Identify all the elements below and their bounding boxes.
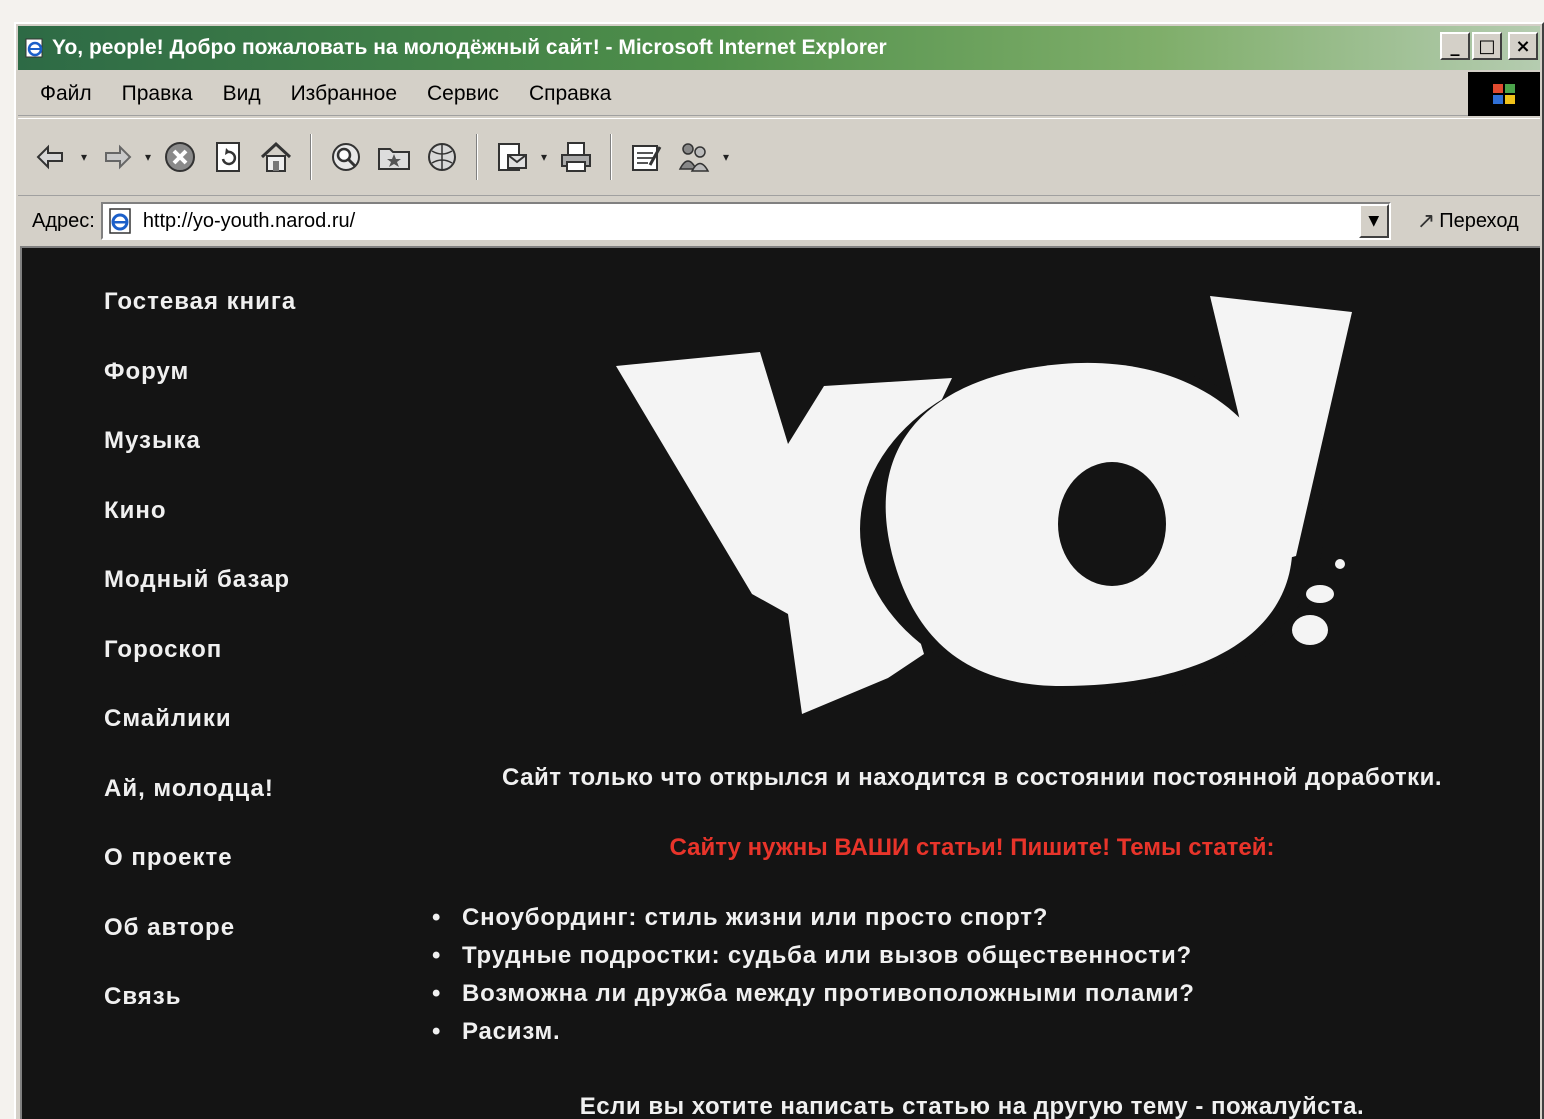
menu-help[interactable]: Справка: [514, 82, 626, 106]
topic-text: Трудные подростки: судьба или вызов обще…: [462, 942, 1193, 969]
list-item: • Расизм.: [432, 1018, 1195, 1056]
close-button[interactable]: ×: [1508, 32, 1538, 60]
site-nav: Гостевая книга Форум Музыка Кино Модный …: [104, 288, 296, 1053]
list-item: • Трудные подростки: судьба или вызов общ…: [432, 942, 1195, 980]
window-title: Yo, people! Добро пожаловать на молодёжн…: [52, 36, 887, 59]
go-label: Переход: [1439, 209, 1519, 232]
nav-horoscope[interactable]: Гороскоп: [104, 636, 296, 706]
back-dropdown-icon[interactable]: ▾: [78, 150, 90, 164]
address-label: Адрес:: [32, 209, 95, 232]
nav-about-author[interactable]: Об авторе: [104, 914, 296, 984]
forward-dropdown-icon[interactable]: ▾: [142, 150, 154, 164]
title-bar[interactable]: Yo, people! Добро пожаловать на молодёжн…: [18, 26, 1540, 70]
toolbar-separator: [476, 134, 478, 180]
address-bar: Адрес: http://yo-youth.narod.ru/ ▼ ↗ Пер…: [18, 198, 1540, 244]
menu-edit[interactable]: Правка: [107, 82, 208, 106]
list-item: • Сноубординг: стиль жизни или просто спо…: [432, 904, 1195, 942]
go-button[interactable]: ↗ Переход: [1417, 209, 1519, 234]
maximize-button[interactable]: □: [1472, 32, 1502, 60]
bullet-icon: •: [432, 904, 442, 931]
go-arrow-icon: ↗: [1416, 208, 1436, 234]
nav-cinema[interactable]: Кино: [104, 497, 296, 567]
bullet-icon: •: [432, 980, 442, 1007]
print-icon[interactable]: [554, 134, 598, 180]
address-input[interactable]: http://yo-youth.narod.ru/ ▼: [100, 202, 1391, 240]
nav-fashion[interactable]: Модный базар: [104, 566, 296, 636]
topic-text: Возможна ли дружба между противоположным…: [462, 980, 1195, 1007]
edit-icon[interactable]: [624, 134, 668, 180]
stop-icon[interactable]: [158, 134, 202, 180]
bullet-icon: •: [432, 1018, 442, 1045]
mail-dropdown-icon[interactable]: ▾: [538, 150, 550, 164]
standard-toolbar: ▾ ▾ ▾ ▾: [18, 118, 1540, 196]
home-icon[interactable]: [254, 134, 298, 180]
nav-about-project[interactable]: О проекте: [104, 844, 296, 914]
menu-favorites[interactable]: Избранное: [276, 82, 412, 106]
refresh-icon[interactable]: [206, 134, 250, 180]
search-icon[interactable]: [324, 134, 368, 180]
status-message: Сайт только что открылся и находится в с…: [501, 764, 1443, 791]
nav-guestbook[interactable]: Гостевая книга: [104, 288, 296, 358]
nav-music[interactable]: Музыка: [104, 427, 296, 497]
back-icon[interactable]: [30, 134, 74, 180]
minimize-button[interactable]: _: [1440, 32, 1470, 60]
toolbar-separator: [310, 134, 312, 180]
nav-contact[interactable]: Связь: [104, 983, 296, 1053]
other-topic-note: Если вы хотите написать статью на другую…: [579, 1093, 1365, 1119]
forward-icon[interactable]: [94, 134, 138, 180]
yo-logo: [616, 296, 1352, 714]
ie-page-icon: [109, 208, 131, 234]
topic-text: Сноубординг: стиль жизни или просто спор…: [462, 904, 1049, 931]
menu-file[interactable]: Файл: [18, 82, 107, 106]
topics-list: • Сноубординг: стиль жизни или просто спо…: [432, 904, 1195, 1056]
articles-callout: Сайту нужны ВАШИ статьи! Пишите! Темы ст…: [669, 834, 1275, 861]
nav-smileys[interactable]: Смайлики: [104, 705, 296, 775]
mail-icon[interactable]: [490, 134, 534, 180]
address-url: http://yo-youth.narod.ru/: [142, 209, 356, 232]
messenger-dropdown-icon[interactable]: ▾: [720, 150, 732, 164]
list-item: • Возможна ли дружба между противоположны…: [432, 980, 1195, 1018]
windows-logo-icon: [1468, 72, 1540, 116]
browser-window: Yo, people! Добро пожаловать на молодёжн…: [14, 22, 1544, 1119]
messenger-icon[interactable]: [672, 134, 716, 180]
nav-well-done[interactable]: Ай, молодца!: [104, 775, 296, 845]
nav-forum[interactable]: Форум: [104, 358, 296, 428]
menu-tools[interactable]: Сервис: [412, 82, 514, 106]
topic-text: Расизм.: [462, 1018, 561, 1045]
history-icon[interactable]: [420, 134, 464, 180]
address-dropdown-button[interactable]: ▼: [1358, 204, 1389, 238]
ie-page-icon: [25, 38, 43, 58]
menu-bar: Файл Правка Вид Избранное Сервис Справка: [18, 72, 1540, 116]
bullet-icon: •: [432, 942, 442, 969]
favorites-icon[interactable]: [372, 134, 416, 180]
toolbar-separator: [610, 134, 612, 180]
page-viewport: Гостевая книга Форум Музыка Кино Модный …: [20, 246, 1540, 1119]
menu-view[interactable]: Вид: [208, 82, 276, 106]
